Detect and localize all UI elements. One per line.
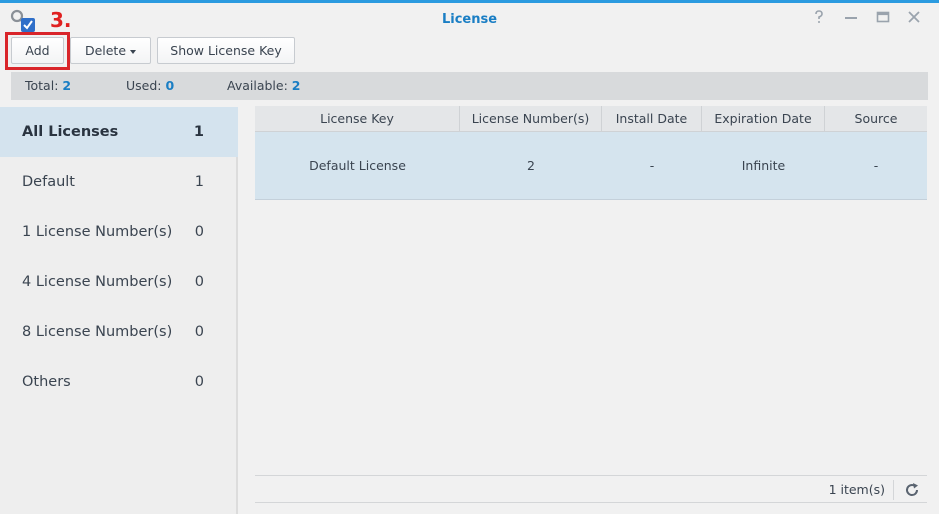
cell-license-number: 2 [527, 158, 535, 173]
used-label: Used: [126, 78, 162, 93]
cell-license-key: Default License [309, 158, 406, 173]
sidebar-item-count: 1 [193, 124, 204, 140]
sidebar-item-label: 1 License Number(s) [22, 224, 173, 240]
delete-button[interactable]: Delete [70, 37, 151, 64]
toolbar: Add Delete Show License Key [0, 37, 939, 65]
sidebar-item-8-license[interactable]: 8 License Number(s) 0 [0, 307, 238, 357]
column-header-expiration-date[interactable]: Expiration Date [702, 106, 825, 132]
refresh-icon[interactable] [904, 482, 920, 498]
sidebar-item-default[interactable]: Default 1 [0, 157, 238, 207]
sidebar-item-label: 8 License Number(s) [22, 324, 173, 340]
sidebar-item-count: 1 [194, 174, 204, 190]
sidebar-item-count: 0 [194, 374, 204, 390]
sidebar-item-label: Others [22, 374, 71, 390]
minimize-icon[interactable] [842, 10, 860, 28]
sidebar-item-all-licenses[interactable]: All Licenses 1 [0, 107, 238, 157]
footer-divider [893, 480, 894, 500]
table-footer: 1 item(s) [255, 475, 927, 503]
maximize-icon[interactable] [874, 10, 892, 28]
available-value: 2 [291, 78, 301, 93]
caret-down-icon [130, 49, 137, 54]
sidebar-item-others[interactable]: Others 0 [0, 357, 238, 407]
sidebar-item-count: 0 [194, 224, 204, 240]
available-label: Available: [227, 78, 288, 93]
sidebar-item-1-license[interactable]: 1 License Number(s) 0 [0, 207, 238, 257]
column-header-install-date[interactable]: Install Date [602, 106, 702, 132]
delete-label: Delete [84, 43, 127, 58]
sidebar-item-label: All Licenses [22, 124, 119, 140]
table-header: License Key License Number(s) Install Da… [255, 106, 927, 132]
summary-used: Used: 0 [126, 72, 174, 100]
total-value: 2 [62, 78, 72, 93]
total-label: Total: [25, 78, 59, 93]
summary-total: Total: 2 [25, 72, 71, 100]
sidebar-item-label: 4 License Number(s) [22, 274, 173, 290]
table-row[interactable]: Default License 2 - Infinite - [255, 132, 927, 200]
license-summary-bar: Total: 2 Used: 0 Available: 2 [11, 72, 928, 100]
cell-source: - [873, 158, 879, 173]
license-table: License Key License Number(s) Install Da… [255, 106, 927, 200]
show-license-key-button[interactable]: Show License Key [157, 37, 295, 64]
column-header-license-key[interactable]: License Key [255, 106, 460, 132]
help-icon[interactable] [810, 10, 828, 28]
add-button-highlight [5, 32, 70, 70]
license-category-sidebar: All Licenses 1 Default 1 1 License Numbe… [0, 107, 238, 514]
column-header-license-number[interactable]: License Number(s) [460, 106, 602, 132]
sidebar-item-label: Default [22, 174, 75, 190]
sidebar-item-count: 0 [194, 324, 204, 340]
sidebar-item-4-license[interactable]: 4 License Number(s) 0 [0, 257, 238, 307]
item-count: 1 item(s) [828, 482, 885, 497]
sidebar-item-count: 0 [194, 274, 204, 290]
title-bar: 3. License [0, 3, 939, 33]
cell-install-date: - [649, 158, 655, 173]
close-icon[interactable] [905, 10, 923, 28]
used-value: 0 [165, 78, 175, 93]
column-header-source[interactable]: Source [825, 106, 927, 132]
window-title: License [441, 12, 498, 27]
summary-available: Available: 2 [227, 72, 301, 100]
cell-expiration-date: Infinite [741, 158, 786, 173]
